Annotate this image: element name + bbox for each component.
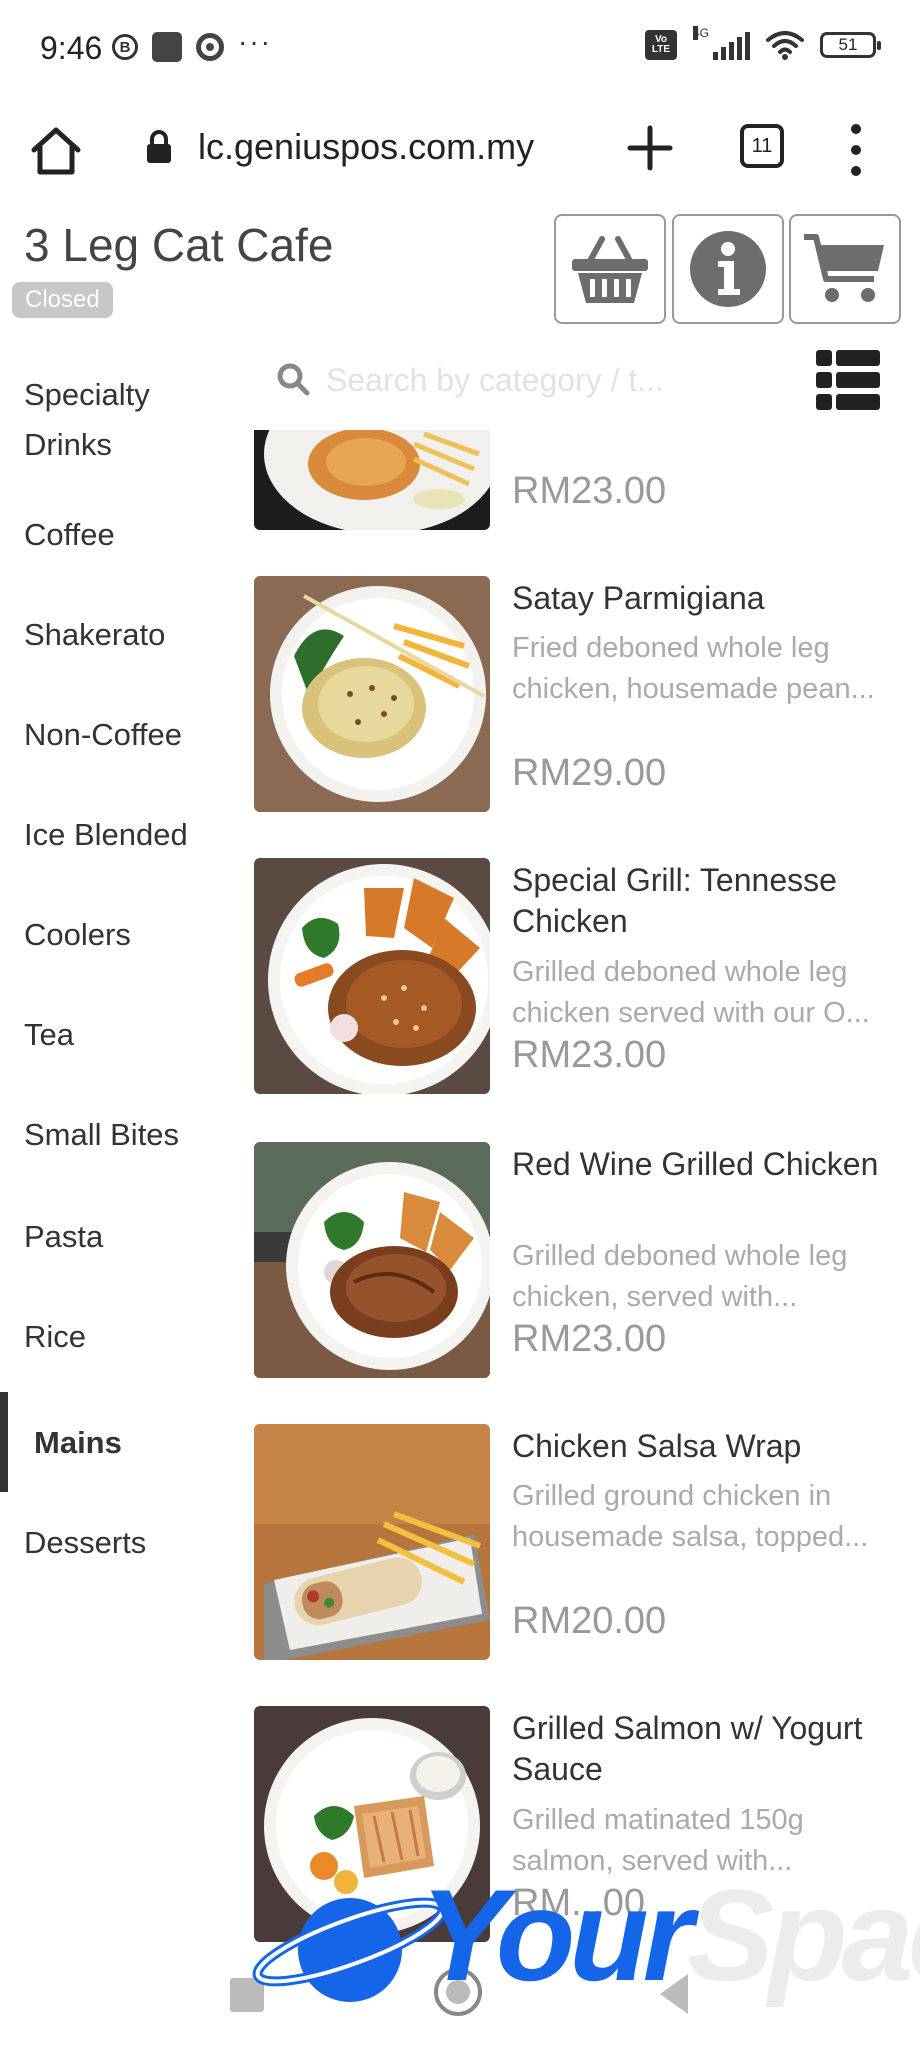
product-card[interactable]: Chicken Salsa Wrap Grilled ground chicke… <box>254 1424 894 1660</box>
sidebar-item-rice[interactable]: Rice <box>24 1312 234 1362</box>
status-icons-left: B ··· <box>112 26 272 62</box>
watermark-text: YourSpace <box>420 1862 920 2008</box>
product-name: Special Grill: Tennesse Chicken <box>512 862 837 939</box>
active-category-indicator <box>0 1392 8 1492</box>
info-icon <box>690 231 766 307</box>
browser-toolbar: lc.geniuspos.com.my 11 <box>0 100 920 200</box>
sidebar-item-desserts[interactable]: Desserts <box>24 1518 234 1568</box>
product-image <box>254 430 490 530</box>
sidebar-item-coolers[interactable]: Coolers <box>24 910 234 960</box>
sidebar-item-tea[interactable]: Tea <box>24 1010 234 1060</box>
sidebar-item-small-bites[interactable]: Small Bites <box>24 1110 234 1160</box>
product-description: Grilled deboned whole leg chicken, serve… <box>512 1240 848 1313</box>
browser-menu-icon[interactable] <box>844 124 868 176</box>
signal-icon: 4G <box>693 26 750 60</box>
volte-icon: Vo LTE <box>645 30 677 60</box>
battery-icon: 51 <box>820 32 881 58</box>
product-description: Fried deboned whole leg chicken, housema… <box>512 632 875 705</box>
product-price: RM23.00 <box>512 470 667 512</box>
sidebar-item-specialty-drinks[interactable]: Specialty Drinks <box>24 370 234 470</box>
lock-icon <box>147 130 171 163</box>
product-name: Grilled Salmon w/ Yogurt Sauce <box>512 1710 863 1787</box>
home-icon[interactable] <box>28 122 84 178</box>
status-badge: Closed <box>12 282 113 318</box>
url-bar[interactable]: lc.geniuspos.com.my <box>198 126 534 168</box>
app-notification-icon <box>152 32 182 62</box>
sidebar-item-coffee[interactable]: Coffee <box>24 510 234 560</box>
product-name: Red Wine Grilled Chicken <box>512 1146 879 1182</box>
sidebar-item-non-coffee[interactable]: Non-Coffee <box>24 710 234 760</box>
cafe-title: 3 Leg Cat Cafe <box>24 219 334 271</box>
sidebar-item-shakerato[interactable]: Shakerato <box>24 610 234 660</box>
tab-switcher-button[interactable]: 11 <box>740 124 784 168</box>
product-name: Chicken Salsa Wrap <box>512 1428 802 1464</box>
product-list: RM23.00 Satay Parmigiana Fried deboned w… <box>254 430 894 1990</box>
sidebar-item-pasta[interactable]: Pasta <box>24 1212 234 1262</box>
search-input[interactable] <box>326 355 726 405</box>
more-notifications-icon: ··· <box>238 26 272 57</box>
product-image <box>254 576 490 812</box>
product-image <box>254 1424 490 1660</box>
chrome-notification-icon <box>196 33 224 61</box>
new-tab-icon[interactable] <box>624 122 676 174</box>
sidebar-item-ice-blended[interactable]: Ice Blended <box>24 810 234 860</box>
wifi-icon <box>766 31 804 60</box>
list-view-icon[interactable] <box>816 348 880 412</box>
cart-icon <box>804 234 884 302</box>
info-button[interactable] <box>672 214 784 324</box>
product-price: RM29.00 <box>512 752 667 794</box>
product-card[interactable]: Special Grill: Tennesse Chicken Grilled … <box>254 858 894 1094</box>
product-description: Grilled ground chicken in housemade sals… <box>512 1480 869 1553</box>
product-card[interactable]: Red Wine Grilled Chicken Grilled deboned… <box>254 1142 894 1378</box>
product-description: Grilled deboned whole leg chicken served… <box>512 956 870 1029</box>
product-price: RM23.00 <box>512 1034 667 1076</box>
cart-button[interactable] <box>789 214 901 324</box>
basket-icon <box>572 236 648 303</box>
product-name: Satay Parmigiana <box>512 580 765 616</box>
status-time: 9:46 <box>40 30 103 66</box>
product-price: RM23.00 <box>512 1318 667 1360</box>
search-icon <box>277 363 310 396</box>
product-image <box>254 1142 490 1378</box>
network-type-label: 4G <box>693 26 710 40</box>
product-card[interactable]: Satay Parmigiana Fried deboned whole leg… <box>254 576 894 812</box>
b-notification-icon: B <box>112 34 138 60</box>
watermark-logo: YourSpace <box>250 1860 920 2020</box>
product-price: RM20.00 <box>512 1600 667 1642</box>
basket-button[interactable] <box>554 214 666 324</box>
product-card[interactable]: RM23.00 <box>254 430 894 530</box>
status-bar: 9:46 B ··· Vo LTE 4G 51 <box>0 0 920 100</box>
product-image <box>254 858 490 1094</box>
sidebar-item-mains[interactable]: Mains <box>34 1418 244 1468</box>
status-icons-right: Vo LTE 4G 51 <box>645 26 881 60</box>
